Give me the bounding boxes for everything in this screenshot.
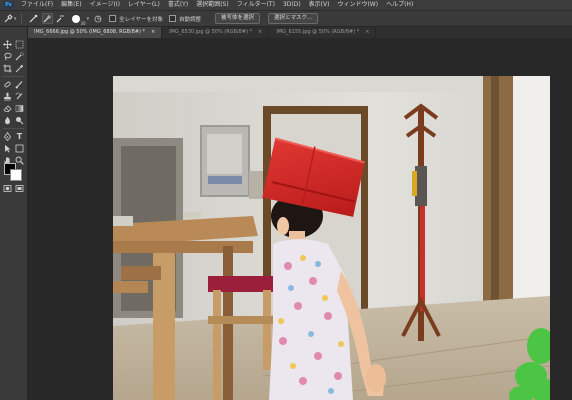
add-to-selection-icon[interactable] — [41, 13, 53, 24]
brush-angle-icon[interactable] — [93, 14, 103, 24]
menu-bar: Ps ファイル(F) 編集(E) イメージ(I) レイヤー(L) 書式(Y) 選… — [0, 0, 572, 11]
lasso-icon[interactable] — [2, 51, 13, 62]
close-icon[interactable]: × — [151, 29, 155, 35]
background-color-swatch[interactable] — [10, 169, 22, 181]
eyedropper-icon[interactable] — [14, 63, 25, 74]
blur-icon[interactable] — [2, 115, 13, 126]
healing-brush-icon[interactable] — [2, 79, 13, 90]
menu-file[interactable]: ファイル(F) — [18, 0, 58, 10]
menu-image[interactable]: イメージ(I) — [87, 0, 125, 10]
tool-preset-icon[interactable] — [3, 14, 13, 24]
gradient-icon[interactable] — [14, 103, 25, 114]
menu-select[interactable]: 選択範囲(S) — [193, 0, 234, 10]
brush-size-value[interactable]: 30 — [81, 21, 86, 26]
document-tab-1[interactable]: IMG_6666.jpg @ 50% (IMG_6808, RGB/8#) * × — [27, 27, 163, 38]
chevron-down-icon[interactable]: ▾ — [14, 16, 17, 22]
path-selection-icon[interactable] — [2, 143, 13, 154]
dodge-icon[interactable] — [14, 115, 25, 126]
photoshop-logo-icon: Ps — [3, 1, 14, 9]
document-tab-3[interactable]: IMG_6155.jpg @ 50% (RGB/8#) * × — [269, 27, 377, 38]
checkbox-box[interactable] — [168, 15, 176, 22]
divider — [20, 13, 22, 24]
close-icon[interactable]: × — [365, 29, 369, 35]
menu-view[interactable]: 表示(V) — [306, 0, 335, 10]
photo-image — [113, 76, 550, 400]
quick-mask-icon[interactable] — [2, 183, 13, 194]
menu-filter[interactable]: フィルター(T) — [234, 0, 280, 10]
brush-chevron-icon[interactable]: ▾ — [87, 16, 90, 22]
select-and-mask-button[interactable]: 選択とマスク... — [268, 13, 319, 24]
marquee-icon[interactable] — [14, 39, 25, 50]
sample-all-layers-label: 全レイヤーを対象 — [119, 16, 163, 23]
checkbox-box[interactable] — [109, 15, 117, 22]
type-icon[interactable]: T — [14, 131, 25, 142]
subtract-from-selection-icon[interactable] — [56, 14, 66, 24]
quick-selection-icon[interactable] — [14, 51, 25, 62]
sample-all-layers-checkbox[interactable]: 全レイヤーを対象 — [109, 15, 163, 23]
close-icon[interactable]: × — [258, 29, 262, 35]
crop-icon[interactable] — [2, 63, 13, 74]
new-selection-icon[interactable] — [29, 14, 39, 24]
brush-preview-icon[interactable] — [71, 14, 80, 23]
options-bar: ▾ 30 ▾ 全レイヤーを対象 自動調整 被写体を選択 選択とマスク... — [0, 11, 572, 27]
image-canvas[interactable] — [113, 76, 550, 400]
menu-type[interactable]: 書式(Y) — [165, 0, 193, 10]
screen-mode-icon[interactable] — [14, 183, 25, 194]
tools-panel: T … — [0, 27, 28, 400]
menu-window[interactable]: ウィンドウ(W) — [334, 0, 383, 10]
auto-enhance-label: 自動調整 — [178, 16, 201, 23]
eraser-icon[interactable] — [2, 103, 13, 114]
document-tab-2[interactable]: IMG_6530.jpg @ 50% (RGB/8#) * × — [162, 27, 270, 38]
clone-stamp-icon[interactable] — [2, 91, 13, 102]
menu-3d[interactable]: 3D(D) — [280, 0, 306, 10]
menu-edit[interactable]: 編集(E) — [58, 0, 86, 10]
shape-icon[interactable] — [14, 143, 25, 154]
move-icon[interactable] — [2, 39, 13, 50]
auto-enhance-checkbox[interactable]: 自動調整 — [168, 15, 201, 23]
document-tab-bar: IMG_6666.jpg @ 50% (IMG_6808, RGB/8#) * ×… — [27, 27, 572, 38]
document-tab-label: IMG_6666.jpg @ 50% (IMG_6808, RGB/8#) * — [34, 29, 145, 35]
document-tab-label: IMG_6155.jpg @ 50% (RGB/8#) * — [276, 29, 360, 35]
document-tab-label: IMG_6530.jpg @ 50% (RGB/8#) * — [169, 29, 253, 35]
history-brush-icon[interactable] — [14, 91, 25, 102]
menu-help[interactable]: ヘルプ(H) — [383, 0, 418, 10]
menu-layer[interactable]: レイヤー(L) — [125, 0, 165, 10]
brush-icon[interactable] — [14, 79, 25, 90]
select-subject-button[interactable]: 被写体を選択 — [214, 13, 260, 24]
pen-icon[interactable] — [2, 131, 13, 142]
tool-divider — [3, 76, 24, 77]
tool-divider — [3, 128, 24, 129]
